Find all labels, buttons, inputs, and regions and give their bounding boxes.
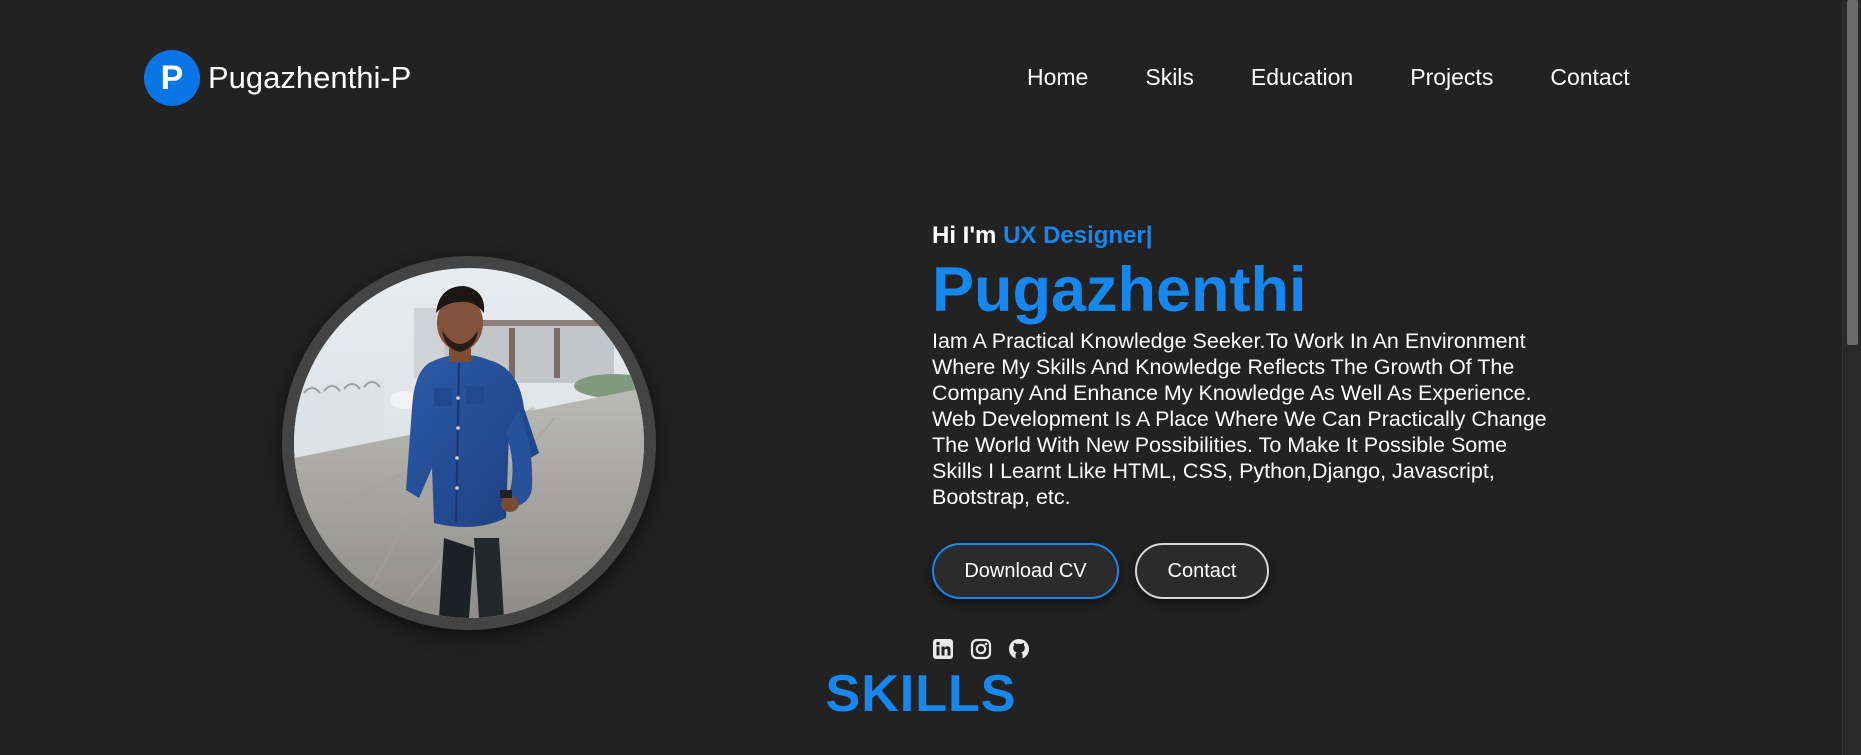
hero-intro: Hi I'm UX Designer| Pugazhenthi Iam A Pr… <box>932 222 1562 510</box>
hero-name: Pugazhenthi <box>932 255 1307 325</box>
nav-education-link[interactable]: Education <box>1251 62 1353 92</box>
brand[interactable]: P Pugazhenthi-P <box>144 50 411 106</box>
download-cv-button[interactable]: Download CV <box>932 543 1119 599</box>
linkedin-icon[interactable] <box>932 638 954 660</box>
profile-photo <box>294 268 644 618</box>
scrollbar-thumb[interactable] <box>1847 0 1858 345</box>
github-icon[interactable] <box>1008 638 1030 660</box>
instagram-icon[interactable] <box>970 638 992 660</box>
page-scrollbar[interactable] <box>1842 0 1861 755</box>
hero-greeting: Hi I'm UX Designer| <box>932 222 1562 254</box>
social-links <box>932 638 1030 660</box>
hero-bio: Iam A Practical Knowledge Seeker.To Work… <box>932 329 1547 509</box>
hero-buttons: Download CV Contact <box>932 543 1269 599</box>
nav-skills-link[interactable]: Skils <box>1145 62 1194 92</box>
nav-home-link[interactable]: Home <box>1027 62 1088 92</box>
hero-role: UX Designer| <box>1003 222 1153 249</box>
nav-contact-link[interactable]: Contact <box>1550 62 1629 92</box>
brand-logo[interactable]: P <box>144 50 200 106</box>
profile-photo-frame <box>282 256 656 630</box>
page: P Pugazhenthi-P Home Skils Education Pro… <box>0 0 1861 755</box>
brand-name[interactable]: Pugazhenthi-P <box>208 60 411 96</box>
nav-projects-link[interactable]: Projects <box>1410 62 1493 92</box>
hero-greeting-text: Hi I'm <box>932 222 1004 249</box>
skills-section-title: SKILLS <box>825 665 1017 723</box>
contact-button[interactable]: Contact <box>1135 543 1269 599</box>
profile-photo-illustration <box>294 268 644 618</box>
main-nav: Home Skils Education Projects Contact <box>1027 62 1630 92</box>
